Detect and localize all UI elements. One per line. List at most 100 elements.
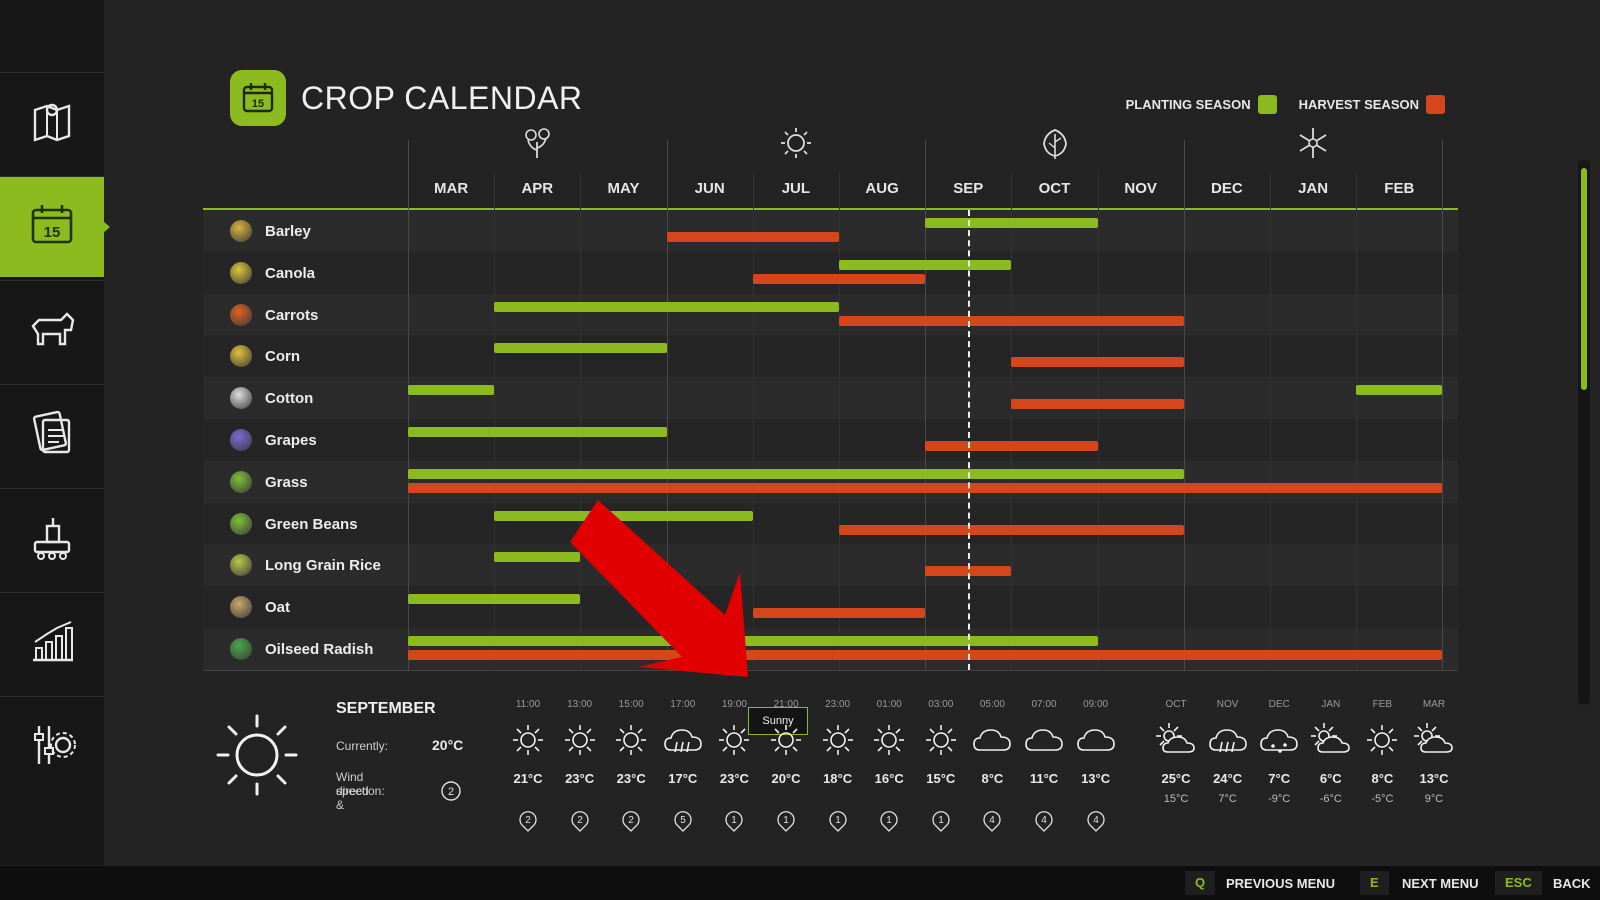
currently-label: Currently: xyxy=(336,739,389,753)
crop-name: Grapes xyxy=(265,432,317,449)
planting-bar xyxy=(494,552,581,563)
hourly-time: 15:00 xyxy=(618,699,644,710)
crop-name: Grass xyxy=(265,473,308,491)
snow-weather-icon[interactable] xyxy=(1257,722,1301,758)
hourly-time: 23:00 xyxy=(825,699,851,710)
scrollbar-thumb[interactable] xyxy=(1581,168,1587,390)
current-date-marker xyxy=(968,210,971,670)
forecast-low-temp: -5°C xyxy=(1371,793,1394,805)
harvest-bar xyxy=(839,315,1184,326)
month-label-jun: JUN xyxy=(694,180,725,197)
partly-cloudy-weather-icon[interactable] xyxy=(1309,722,1353,758)
hourly-temp: 16°C xyxy=(874,771,904,786)
wind-direction-icon: 4 xyxy=(1086,811,1105,832)
sunny-weather-icon[interactable] xyxy=(1360,722,1404,758)
planting-bar xyxy=(408,468,1184,479)
hourly-temp: 21°C xyxy=(513,771,543,786)
forecast-low-temp: 15°C xyxy=(1163,793,1189,805)
cloud-weather-icon[interactable] xyxy=(1022,722,1066,758)
forecast-month: JAN xyxy=(1321,699,1341,710)
back-label[interactable]: BACK xyxy=(1553,876,1591,891)
forecast-low-temp: -9°C xyxy=(1268,793,1291,805)
wind-direction-icon: 1 xyxy=(777,811,795,832)
hourly-time: 09:00 xyxy=(1083,699,1109,710)
partly-cloudy-weather-icon[interactable] xyxy=(1154,722,1198,758)
next-menu-label[interactable]: NEXT MENU xyxy=(1402,876,1479,891)
current-weather-sun-icon xyxy=(214,712,300,798)
sunny-weather-icon[interactable] xyxy=(712,722,756,758)
wind-direction-icon: 5 xyxy=(674,811,692,832)
sunny-weather-icon[interactable] xyxy=(506,722,550,758)
red-annotation-arrow xyxy=(570,500,748,677)
month-label-apr: APR xyxy=(521,180,554,197)
back-key[interactable]: ESC xyxy=(1495,871,1542,895)
rain-weather-icon[interactable] xyxy=(1206,722,1250,758)
wind-speed-value: 2 xyxy=(525,815,531,826)
sunny-weather-icon[interactable] xyxy=(558,722,602,758)
wind-direction-icon: 4 xyxy=(983,811,1002,832)
wind-speed-value: 1 xyxy=(732,815,738,826)
next-menu-key[interactable]: E xyxy=(1360,871,1389,895)
hourly-time: 19:00 xyxy=(721,699,747,710)
sunny-weather-icon[interactable] xyxy=(609,722,653,758)
rain-weather-icon[interactable] xyxy=(661,722,705,758)
crop-name: Oilseed Radish xyxy=(265,641,374,658)
harvest-bar xyxy=(408,650,1443,660)
hourly-temp: 20°C xyxy=(771,771,801,786)
planting-bar xyxy=(839,259,1012,270)
month-label-oct: OCT xyxy=(1038,180,1071,197)
canola-icon xyxy=(230,261,252,284)
month-divider xyxy=(1011,172,1013,670)
weather-month: SEPTEMBER xyxy=(336,700,436,717)
sunny-weather-icon[interactable] xyxy=(867,722,911,758)
wind-speed-value: 4 xyxy=(1041,815,1047,826)
planting-bar xyxy=(408,427,667,437)
forecast-month: FEB xyxy=(1372,699,1393,710)
scrollbar-track[interactable] xyxy=(1578,160,1590,705)
hourly-time: 11:00 xyxy=(515,699,541,710)
forecast-low-temp: -6°C xyxy=(1319,793,1342,805)
forecast-month: NOV xyxy=(1216,699,1239,710)
month-label-jul: JUL xyxy=(781,180,811,197)
wind-speed-value: 1 xyxy=(835,815,841,826)
month-divider xyxy=(408,140,409,670)
hourly-temp: 13°C xyxy=(1081,771,1111,786)
month-divider xyxy=(1356,172,1358,670)
oilseed-radish-icon xyxy=(230,638,252,660)
harvest-bar xyxy=(1011,399,1184,410)
month-divider xyxy=(839,172,840,670)
crop-name: Carrots xyxy=(265,306,319,324)
month-label-nov: NOV xyxy=(1124,180,1157,197)
hourly-time: 01:00 xyxy=(876,699,902,710)
crop-name: Canola xyxy=(265,264,316,282)
hourly-temp: 11°C xyxy=(1029,771,1059,786)
wind-direction-icon: 1 xyxy=(880,811,898,832)
grass-icon xyxy=(230,470,252,493)
hourly-time: 07:00 xyxy=(1031,699,1057,710)
sunny-weather-icon[interactable] xyxy=(816,722,860,758)
prev-menu-key[interactable]: Q xyxy=(1185,871,1216,895)
barley-icon xyxy=(230,220,252,242)
forecast-month: DEC xyxy=(1268,699,1290,710)
prev-menu-label[interactable]: PREVIOUS MENU xyxy=(1226,876,1335,891)
wind-speed-value: 4 xyxy=(990,815,996,826)
crop-name: Long Grain Rice xyxy=(265,557,381,575)
forecast-high-temp: 8°C xyxy=(1371,771,1394,786)
cloud-weather-icon[interactable] xyxy=(1074,722,1118,758)
month-label-sep: SEP xyxy=(953,180,984,197)
planting-bar xyxy=(925,218,1098,228)
month-label-jan: JAN xyxy=(1298,180,1329,197)
partly-cloudy-weather-icon[interactable] xyxy=(1412,722,1456,758)
sunny-weather-icon[interactable] xyxy=(919,722,963,758)
harvest-bar xyxy=(1011,357,1184,368)
crop-name: Cotton xyxy=(265,390,314,408)
wind-direction-icon: 1 xyxy=(725,811,744,832)
month-label-dec: DEC xyxy=(1211,180,1243,197)
current-wind-value: 2 xyxy=(448,786,454,798)
cloud-weather-icon[interactable] xyxy=(970,722,1014,758)
harvest-bar xyxy=(752,608,926,619)
sunny-weather-icon[interactable] xyxy=(764,722,808,758)
harvest-bar xyxy=(752,273,926,284)
hourly-temp: 17°C xyxy=(668,771,698,786)
hourly-temp: 23°C xyxy=(565,771,595,786)
